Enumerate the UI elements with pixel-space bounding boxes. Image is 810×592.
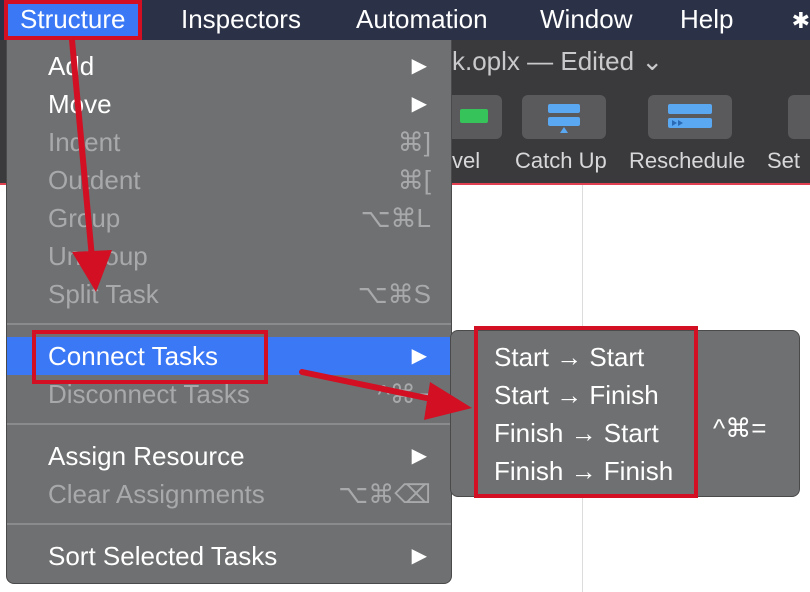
annotation-arrows [69,37,472,420]
annotation-arrow-right [299,369,472,420]
annotation-arrow-down [69,37,112,292]
